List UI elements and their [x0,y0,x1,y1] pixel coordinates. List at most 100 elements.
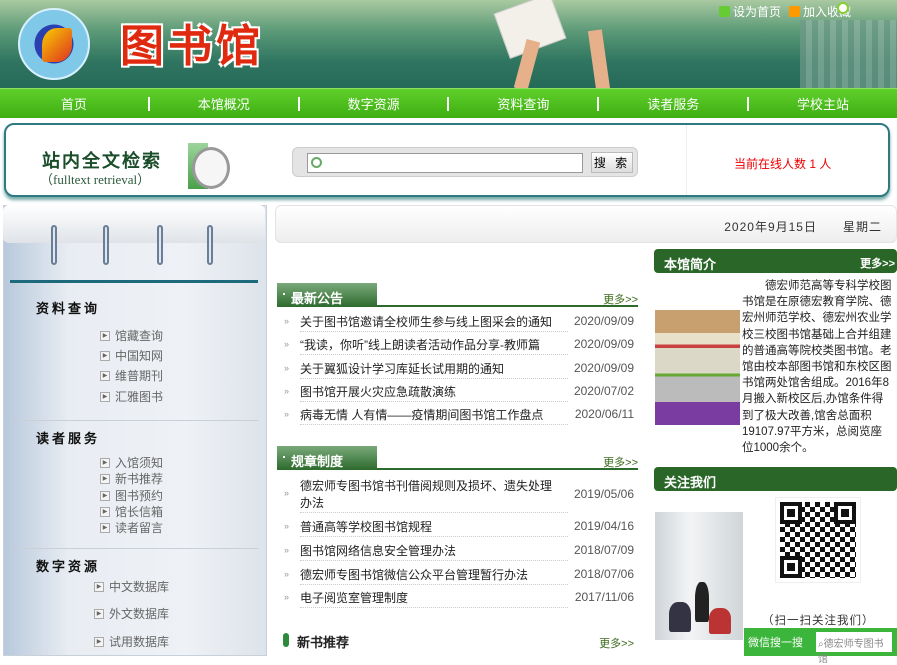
intro-title: 本馆简介 [664,257,717,272]
rule-item-title[interactable]: 德宏师专图书馆书刊借阅规则及损坏、遗失处理办法 [300,478,568,513]
binder-ring-icon [157,225,163,265]
sidebar-item-label: 图书预约 [115,489,164,503]
follow-section-header: 关注我们 [654,467,897,491]
rule-item-date: 2019/05/06 [573,487,634,501]
sidebar-item[interactable]: ▶ 入馆须知 [100,454,163,471]
news-item-date: 2020/09/09 [573,337,634,351]
current-weekday: 星期二 [842,220,882,234]
sidebar-item[interactable]: ▶ 馆长信箱 [100,503,163,520]
search-icon [311,157,322,168]
double-arrow-icon: » [284,569,290,579]
nav-digital-resources[interactable]: 数字资源 [300,94,448,113]
rule-item[interactable]: » 德宏师专图书馆微信公众平台管理暂行办法 2018/07/06 [284,567,634,585]
double-arrow-icon: » [284,386,290,396]
sidebar-item[interactable]: ▶ 图书预约 [100,487,163,504]
rule-item-date: 2019/04/16 [573,519,634,533]
nav-search-materials[interactable]: 资料查询 [449,94,597,113]
follow-title: 关注我们 [664,475,717,490]
sidebar-item[interactable]: ▶ 维普期刊 [100,367,163,384]
arrow-icon: ▶ [100,370,110,381]
arrow-icon: ▶ [100,350,110,361]
news-item[interactable]: » “我读，你听”线上朗读者活动作品分享-教师篇 2020/09/09 [284,337,634,355]
news-item[interactable]: » 图书馆开展火灾应急疏散演练 2020/07/02 [284,384,634,402]
wechat-search-text: 德宏师专图书馆 [818,639,884,665]
rule-item-title[interactable]: 电子阅览室管理制度 [300,590,568,608]
top-links: 设为首页 加入收藏 [718,3,851,20]
rules-more-link[interactable]: 更多>> [603,454,638,470]
sidebar-item-label: 馆藏查询 [115,329,164,343]
wechat-search-bar[interactable]: 微信搜一搜 ⌕德宏师专图书馆 [744,628,897,665]
rule-item[interactable]: » 电子阅览室管理制度 2017/11/06 [284,590,634,608]
sidebar-item-label: 新书推荐 [115,472,164,486]
go-icon[interactable] [837,2,849,14]
double-arrow-icon: » [284,521,290,531]
nav-school-site[interactable]: 学校主站 [749,94,897,113]
arrow-icon: ▶ [94,636,104,647]
fulltext-search-panel: 站内全文检索 （fulltext retrieval） 搜 索 当前在线人数 1… [4,123,890,197]
nav-about[interactable]: 本馆概况 [150,94,298,113]
arrow-icon: ▶ [94,608,104,619]
rule-item-title[interactable]: 德宏师专图书馆微信公众平台管理暂行办法 [300,567,568,585]
rule-item[interactable]: » 图书馆网络信息安全管理办法 2018/07/09 [284,543,634,561]
double-arrow-icon: » [284,316,290,326]
arrow-icon: ▶ [100,490,110,501]
qr-caption: （扫一扫关注我们） [762,615,875,627]
news-item[interactable]: » 关于翼狐设计学习库延长试用期的通知 2020/09/09 [284,361,634,379]
site-title: 图书馆 [120,22,264,71]
rules-section-header: 规章制度 更多>> [277,446,638,470]
bookmark-icon [788,6,800,17]
news-item-title[interactable]: 关于翼狐设计学习库延长试用期的通知 [300,361,568,379]
binder-ring-icon [103,225,109,265]
sidebar-item[interactable]: ▶ 试用数据库 [94,633,169,650]
double-arrow-icon: » [284,363,290,373]
sidebar-item[interactable]: ▶ 外文数据库 [94,605,169,622]
stopwatch-icon [192,147,230,189]
news-item[interactable]: » 关于图书馆邀请全校师生参与线上图采会的通知 2020/09/09 [284,314,634,332]
sidebar-item-label: 维普期刊 [115,369,164,383]
sidebar-heading: 资料查询 [36,301,101,316]
arrow-icon: ▶ [100,391,110,402]
newbooks-section-header: 新书推荐 更多>> [283,630,638,654]
intro-more-link[interactable]: 更多>> [860,255,895,271]
nav-reader-services[interactable]: 读者服务 [599,94,747,113]
news-more-link[interactable]: 更多>> [603,291,638,307]
rule-item[interactable]: » 德宏师专图书馆书刊借阅规则及损坏、遗失处理办法 2019/05/06 [284,478,634,513]
sidebar-item-label: 试用数据库 [109,635,170,649]
news-item-title[interactable]: 病毒无情 人有情——疫情期间图书馆工作盘点 [300,407,568,425]
divider [10,548,258,549]
sidebar-top-line [10,280,258,283]
sidebar-item[interactable]: ▶ 新书推荐 [100,470,163,487]
nav-home[interactable]: 首页 [0,94,148,113]
sidebar-item[interactable]: ▶ 读者留言 [100,519,163,536]
news-item[interactable]: » 病毒无情 人有情——疫情期间图书馆工作盘点 2020/06/11 [284,407,634,425]
date-display: 2020年9月15日 星期二 [724,218,882,235]
sidebar-item[interactable]: ▶ 汇雅图书 [100,388,163,405]
search-button[interactable]: 搜 索 [591,152,633,173]
rule-item-date: 2017/11/06 [574,590,634,604]
intro-section-header: 本馆简介 更多>> [654,249,897,273]
double-arrow-icon: » [284,488,290,498]
rule-item[interactable]: » 普通高等学校图书馆规程 2019/04/16 [284,519,634,537]
news-item-title[interactable]: 关于图书馆邀请全校师生参与线上图采会的通知 [300,314,568,332]
newbooks-more-link[interactable]: 更多>> [599,635,634,651]
set-home-link[interactable]: 设为首页 [718,3,781,20]
rule-item-title[interactable]: 普通高等学校图书馆规程 [300,519,568,537]
news-item-title[interactable]: “我读，你听”线上朗读者活动作品分享-教师篇 [300,337,568,355]
news-title: 最新公告 [277,283,377,307]
wechat-search-label: 微信搜一搜 [748,637,803,649]
wechat-search-box[interactable]: ⌕德宏师专图书馆 [816,632,892,665]
news-item-title[interactable]: 图书馆开展火灾应急疏散演练 [300,384,568,402]
online-count: 当前在线人数 1 人 [734,157,832,171]
wechat-qr-code [775,497,861,583]
college-logo[interactable] [18,8,90,80]
sidebar-item[interactable]: ▶ 中国知网 [100,347,163,364]
arrow-icon: ▶ [100,330,110,341]
sidebar-item-label: 汇雅图书 [115,390,164,404]
rule-item-title[interactable]: 图书馆网络信息安全管理办法 [300,543,568,561]
sidebar-item[interactable]: ▶ 中文数据库 [94,578,169,595]
double-arrow-icon: » [284,409,290,419]
sidebar-item[interactable]: ▶ 馆藏查询 [100,327,163,344]
news-item-date: 2020/09/09 [573,314,634,328]
sidebar-item-label: 中文数据库 [109,580,170,594]
search-input[interactable] [307,153,583,173]
